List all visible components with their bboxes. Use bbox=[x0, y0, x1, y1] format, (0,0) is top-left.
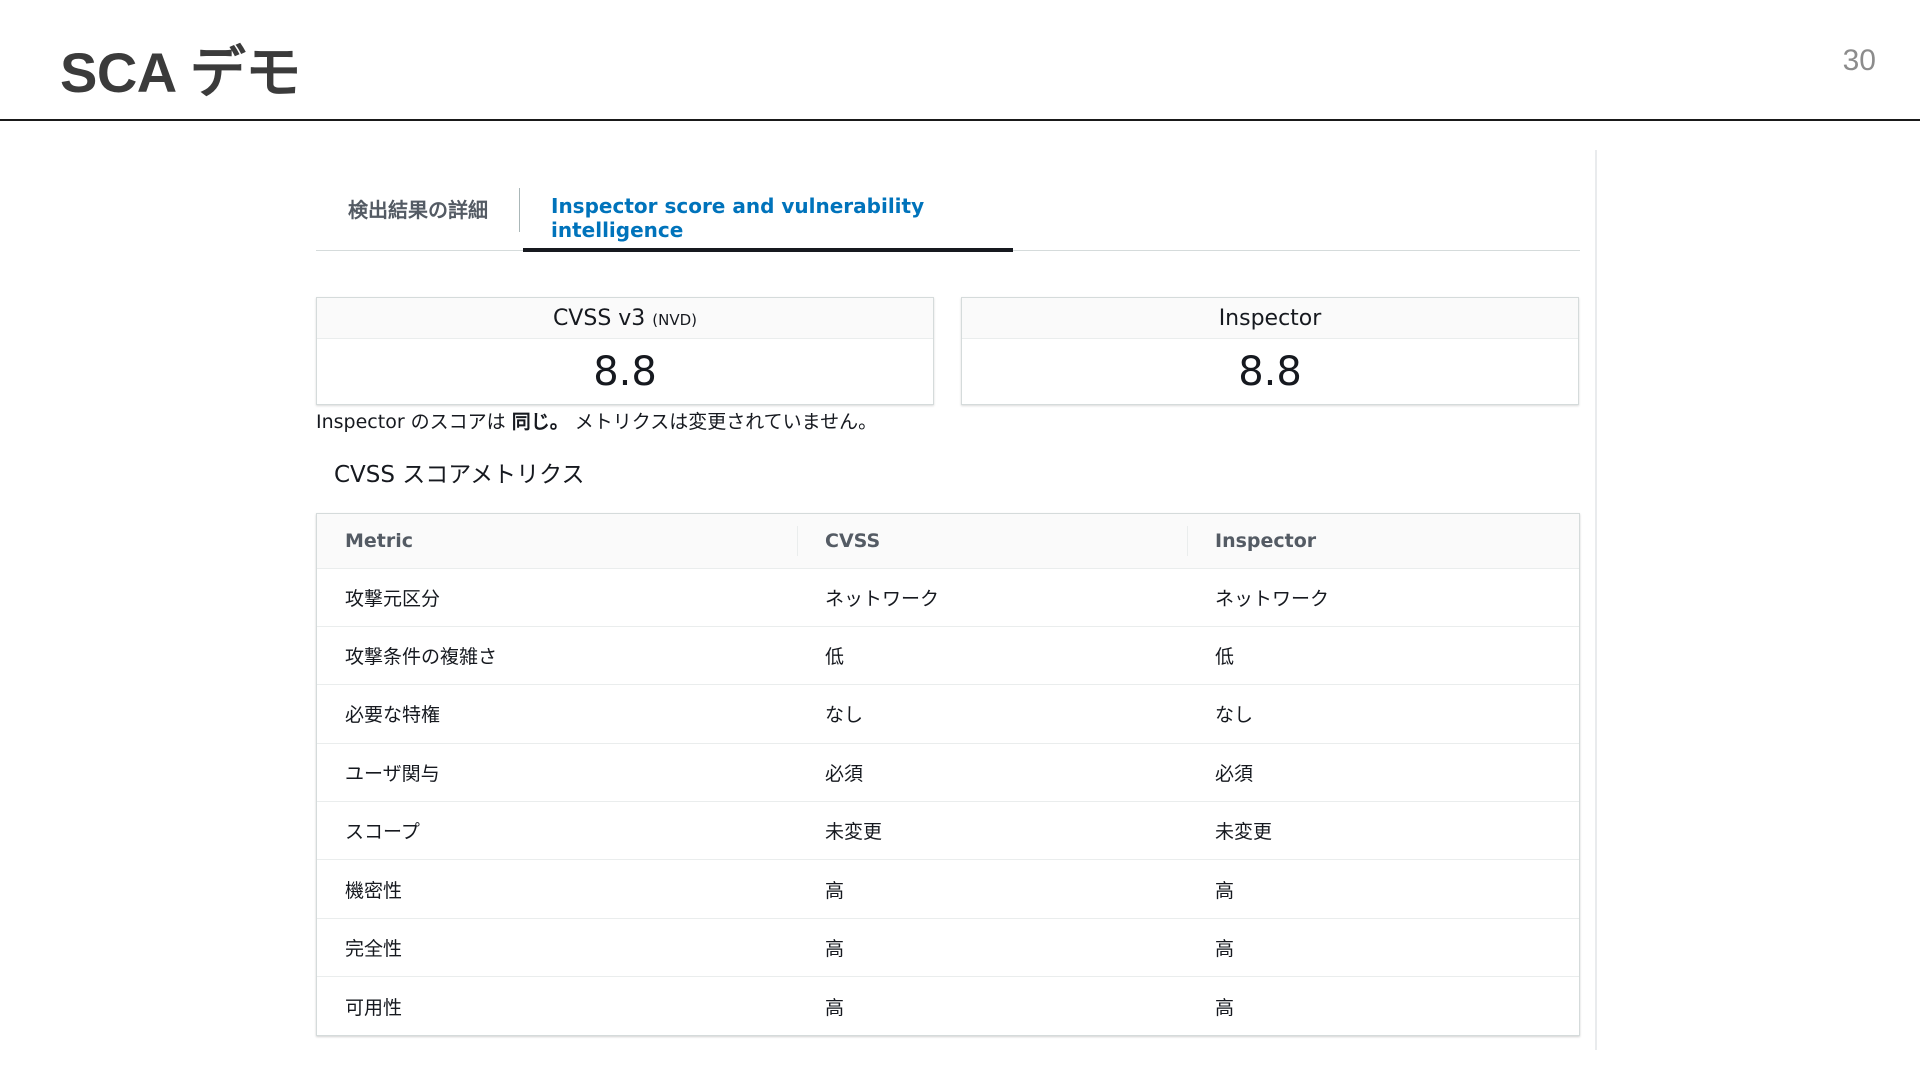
inspector-score-value: 8.8 bbox=[1238, 349, 1302, 395]
metrics-title: CVSS スコアメトリクス bbox=[334, 462, 585, 488]
slide-title: SCA デモ bbox=[60, 41, 301, 104]
cvss-value: 低 bbox=[797, 626, 1187, 686]
cvss-score-card: CVSS v3 (NVD) 8.8 bbox=[316, 297, 934, 405]
side-divider bbox=[1595, 150, 1597, 1050]
cvss-value: 高 bbox=[797, 918, 1187, 978]
table-row: 必要な特権 なし なし bbox=[317, 684, 1579, 744]
score-note-bold: 同じ。 bbox=[511, 411, 569, 433]
score-note-prefix: Inspector のスコアは bbox=[316, 411, 512, 433]
metric-name: 完全性 bbox=[317, 918, 797, 978]
metrics-table: Metric CVSS Inspector 攻撃元区分 ネットワーク ネットワー… bbox=[316, 513, 1580, 1037]
tab-finding-details[interactable]: 検出結果の詳細 bbox=[348, 194, 488, 251]
cvss-score-header: CVSS v3 (NVD) bbox=[317, 298, 933, 339]
table-row: 攻撃元区分 ネットワーク ネットワーク bbox=[317, 568, 1579, 627]
tab-inspector-score[interactable]: Inspector score and vulnerability intell… bbox=[523, 194, 1013, 252]
cvss-score-value: 8.8 bbox=[593, 349, 657, 395]
inspector-value: なし bbox=[1187, 684, 1579, 744]
slide-number: 30 bbox=[1842, 44, 1876, 77]
inspector-value: 低 bbox=[1187, 626, 1579, 686]
inspector-value: ネットワーク bbox=[1187, 568, 1579, 627]
column-header-inspector: Inspector bbox=[1187, 514, 1579, 569]
cvss-score-source: (NVD) bbox=[652, 311, 698, 329]
metric-name: スコープ bbox=[317, 801, 797, 861]
metric-name: 機密性 bbox=[317, 859, 797, 919]
inspector-score-label: Inspector bbox=[1218, 306, 1322, 331]
table-row: 攻撃条件の複雑さ 低 低 bbox=[317, 626, 1579, 686]
inspector-value: 高 bbox=[1187, 859, 1579, 919]
tab-bar: 検出結果の詳細 Inspector score and vulnerabilit… bbox=[316, 150, 1580, 252]
inspector-score-card: Inspector 8.8 bbox=[961, 297, 1579, 405]
cvss-value: なし bbox=[797, 684, 1187, 744]
inspector-value: 未変更 bbox=[1187, 801, 1579, 861]
table-row: 可用性 高 高 bbox=[317, 977, 1579, 1035]
metric-name: ユーザ関与 bbox=[317, 743, 797, 803]
cvss-value: 高 bbox=[797, 859, 1187, 919]
title-divider bbox=[0, 119, 1920, 121]
tab-divider bbox=[519, 188, 520, 232]
table-row: スコープ 未変更 未変更 bbox=[317, 801, 1579, 861]
metric-name: 可用性 bbox=[345, 996, 403, 1019]
score-note-suffix: メトリクスは変更されていません。 bbox=[568, 411, 878, 433]
table-row: 完全性 高 高 bbox=[317, 918, 1579, 978]
finding-panel: 検出結果の詳細 Inspector score and vulnerabilit… bbox=[316, 150, 1580, 1037]
cvss-value: 高 bbox=[825, 996, 845, 1019]
inspector-value: 高 bbox=[1215, 996, 1235, 1019]
cvss-value: 未変更 bbox=[797, 801, 1187, 861]
cvss-value: 必須 bbox=[797, 743, 1187, 803]
cvss-score-label: CVSS v3 bbox=[552, 306, 646, 331]
inspector-value: 必須 bbox=[1187, 743, 1579, 803]
metric-name: 攻撃条件の複雑さ bbox=[317, 626, 797, 686]
score-note: Inspector のスコアは 同じ。 メトリクスは変更されていません。 bbox=[316, 407, 877, 434]
cvss-value: ネットワーク bbox=[797, 568, 1187, 627]
metric-name: 必要な特権 bbox=[317, 684, 797, 744]
table-row: 機密性 高 高 bbox=[317, 859, 1579, 919]
metric-name: 攻撃元区分 bbox=[317, 568, 797, 627]
column-header-metric: Metric bbox=[317, 514, 797, 569]
column-header-cvss: CVSS bbox=[797, 514, 1187, 569]
table-header-row: Metric CVSS Inspector bbox=[317, 514, 1579, 569]
inspector-value: 高 bbox=[1187, 918, 1579, 978]
table-row: ユーザ関与 必須 必須 bbox=[317, 743, 1579, 803]
inspector-score-header: Inspector bbox=[962, 298, 1578, 339]
